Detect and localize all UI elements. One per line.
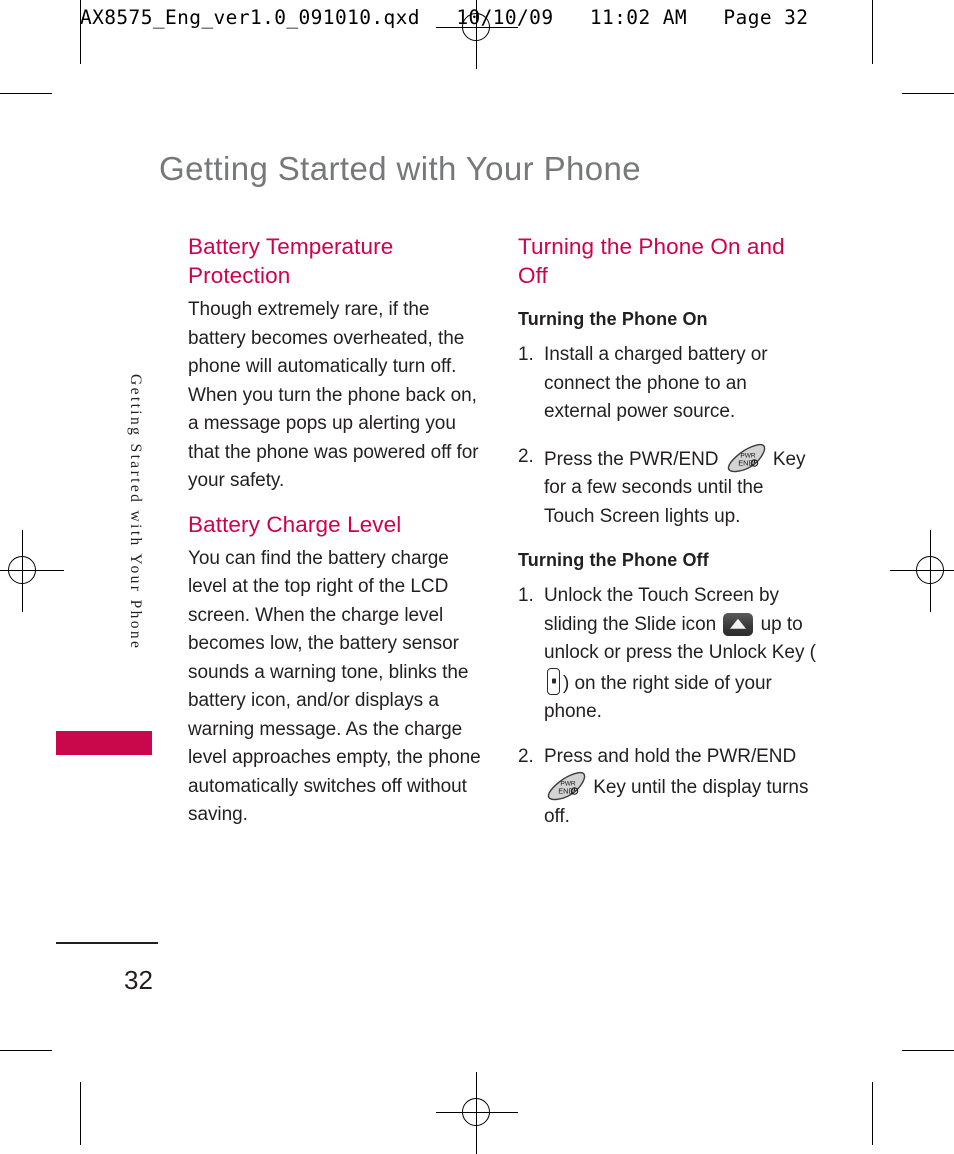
crop-mark-bottom-left-vertical xyxy=(80,1082,81,1145)
crop-mark-top-right-vertical xyxy=(872,0,873,64)
step-number: 1. xyxy=(518,585,534,606)
side-tab-label: Getting Started with Your Phone xyxy=(127,374,144,651)
registration-target-left xyxy=(0,530,64,612)
crop-mark-bottom-left-horizontal xyxy=(0,1050,52,1051)
left-column: Battery Temperature Protection Though ex… xyxy=(188,232,488,830)
step-number: 2. xyxy=(518,745,534,767)
paragraph-battery-charge-level: You can find the battery charge level at… xyxy=(188,547,481,826)
step-number: 1. xyxy=(518,344,534,365)
folio-rule xyxy=(56,942,158,944)
slide-icon xyxy=(723,612,754,636)
step-text: Press and hold the PWR/END xyxy=(544,745,797,767)
unlock-key-icon xyxy=(547,667,560,695)
registration-target-right xyxy=(890,530,954,612)
right-column: Turning the Phone On and Off Turning the… xyxy=(518,232,818,831)
crop-mark-bottom-right-horizontal xyxy=(902,1050,954,1051)
side-tab-marker xyxy=(56,731,152,755)
subheading-turning-the-phone-on: Turning the Phone On xyxy=(518,309,708,329)
section-heading-battery-charge-level: Battery Charge Level xyxy=(188,511,402,537)
section-heading-turning-the-phone-on-and-off: Turning the Phone On and Off xyxy=(518,234,785,288)
crop-mark-top-right-horizontal xyxy=(902,93,954,94)
list-item: 1. Unlock the Touch Screen by sliding the… xyxy=(518,582,818,727)
crop-mark-bottom-right-vertical xyxy=(872,1082,873,1145)
section-heading-battery-temperature-protection: Battery Temperature Protection xyxy=(188,234,394,288)
pwr-end-key-icon: PWR END xyxy=(545,771,587,802)
step-text: Press the PWR/END xyxy=(544,448,719,470)
list-item: 1. Install a charged battery or connect t… xyxy=(518,341,818,427)
crop-mark-top-left-horizontal xyxy=(0,93,52,94)
step-number: 2. xyxy=(518,445,534,467)
print-slug: AX8575_Eng_ver1.0_091010.qxd 10/10/09 11… xyxy=(80,6,809,29)
page-title: Getting Started with Your Phone xyxy=(159,150,642,187)
pwr-end-key-icon: PWR END xyxy=(725,443,767,474)
steps-turning-the-phone-on: 1. Install a charged battery or connect t… xyxy=(518,341,818,531)
subheading-turning-the-phone-off: Turning the Phone Off xyxy=(518,550,709,570)
steps-turning-the-phone-off: 1. Unlock the Touch Screen by sliding the… xyxy=(518,582,818,831)
page-number: 32 xyxy=(124,965,153,995)
registration-target-bottom xyxy=(436,1072,518,1154)
list-item: 2. Press and hold the PWR/END PWR END Key… xyxy=(518,743,818,832)
list-item: 2. Press the PWR/END PWR END Key for a fe… xyxy=(518,443,818,532)
step-text: Install a charged battery or connect the… xyxy=(544,344,768,422)
paragraph-battery-temperature-protection: Though extremely rare, if the battery be… xyxy=(188,299,479,491)
step-text-end: ) on the right side of your phone. xyxy=(544,672,772,723)
